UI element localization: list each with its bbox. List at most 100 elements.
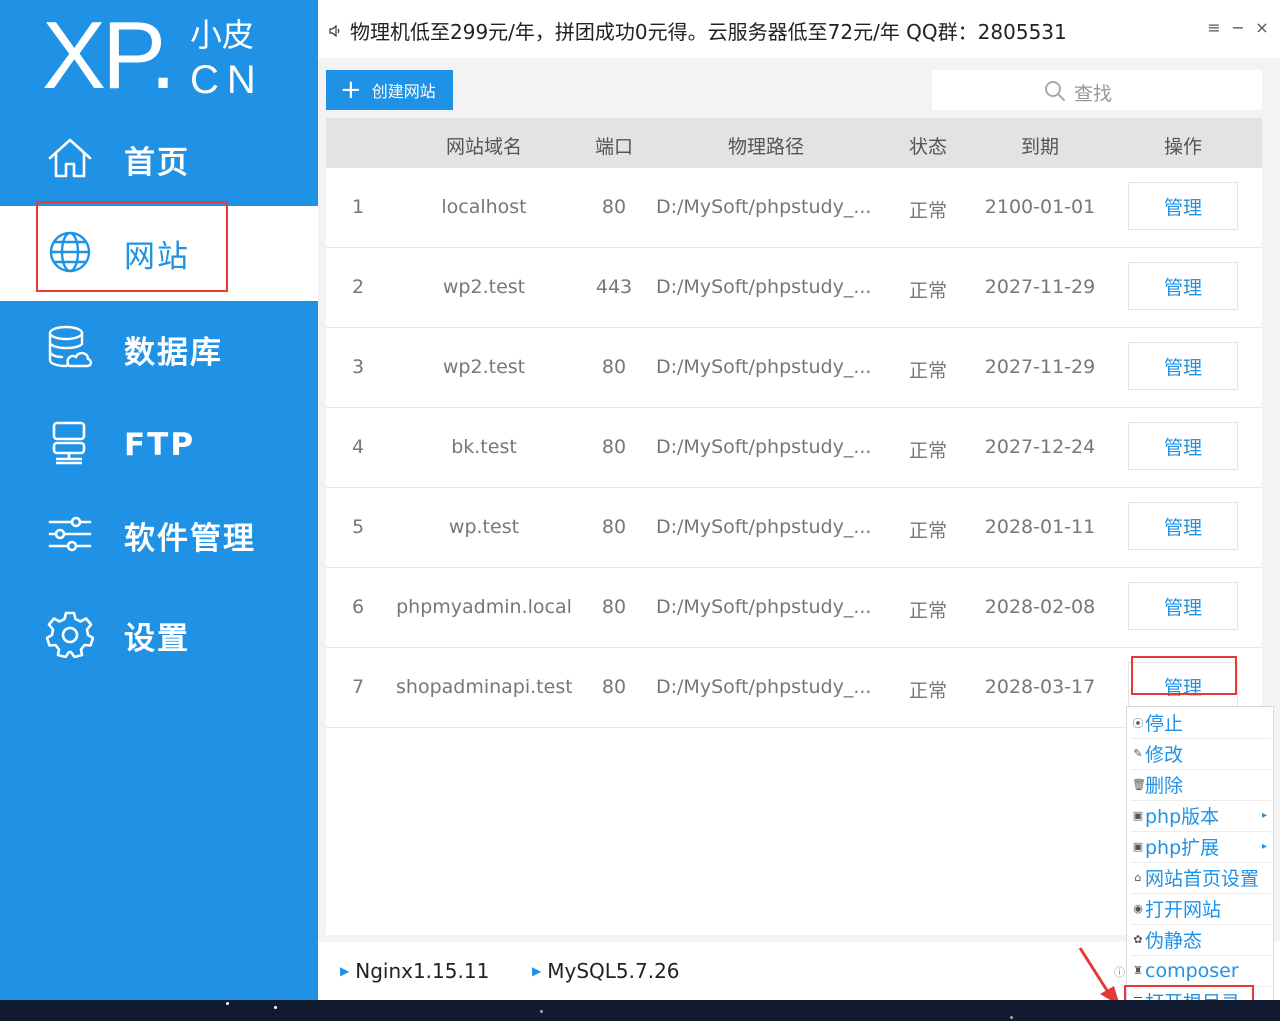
submenu-arrow-icon: ▸ xyxy=(1261,810,1267,821)
search-icon xyxy=(1045,81,1065,101)
row-port: 80 xyxy=(601,356,627,378)
globe-icon xyxy=(49,231,91,273)
menu-icon[interactable]: ≡ xyxy=(1206,18,1222,37)
composer-icon: ♜ xyxy=(1133,964,1143,977)
sliders-icon xyxy=(48,516,92,552)
manage-button[interactable]: 管理 xyxy=(1128,342,1238,390)
row-expire: 2028-03-17 xyxy=(984,676,1096,698)
table-row[interactable]: 2 wp2.test 443 D:/MySoft/phpstudy_... 正常… xyxy=(326,248,1262,328)
close-icon[interactable]: × xyxy=(1254,18,1270,37)
sidebar-item-label: 网站 xyxy=(124,239,190,275)
homepage-icon: ⌂ xyxy=(1134,871,1142,884)
sidebar-item-website[interactable]: 网站 xyxy=(0,206,318,301)
row-number: 5 xyxy=(352,516,365,538)
search-placeholder: 查找 xyxy=(1074,83,1113,105)
menu-item-delete[interactable]: 🗑 删除 xyxy=(1127,769,1273,800)
row-status: 正常 xyxy=(908,200,947,222)
search-input[interactable]: 查找 xyxy=(932,70,1262,110)
row-port: 80 xyxy=(601,196,627,218)
website-table: 网站域名 端口 物理路径 状态 到期 操作 1 localhost 80 D:/… xyxy=(326,118,1262,935)
speaker-icon xyxy=(329,24,340,37)
table-row[interactable]: 3 wp2.test 80 D:/MySoft/phpstudy_... 正常 … xyxy=(326,328,1262,408)
sidebar-item-label: 软件管理 xyxy=(124,521,256,557)
row-path: D:/MySoft/phpstudy_... xyxy=(656,596,872,618)
manage-button[interactable]: 管理 xyxy=(1128,182,1238,230)
edit-icon: ✎ xyxy=(1133,747,1143,760)
sidebar-item-label: 首页 xyxy=(124,145,190,181)
row-expire: 2100-01-01 xyxy=(984,196,1096,218)
row-number: 4 xyxy=(352,436,365,458)
announcement-text: 物理机低至299元/年，拼团成功0元得。云服务器低至72元/年 QQ群：2805… xyxy=(350,20,1067,44)
manage-button[interactable]: 管理 xyxy=(1128,662,1238,710)
manage-button[interactable]: 管理 xyxy=(1128,582,1238,630)
menu-item-label: composer xyxy=(1145,959,1239,982)
row-path: D:/MySoft/phpstudy_... xyxy=(656,436,872,458)
menu-item-edit[interactable]: ✎ 修改 xyxy=(1127,738,1273,769)
sidebar-item-settings[interactable]: 设置 xyxy=(0,588,318,683)
row-expire: 2028-02-08 xyxy=(984,596,1096,618)
server-icon xyxy=(52,421,86,465)
star-dot xyxy=(274,1006,277,1009)
row-number: 2 xyxy=(352,276,365,298)
menu-item-php-extension[interactable]: ▣ php扩展 ▸ xyxy=(1127,831,1273,862)
column-header-domain: 网站域名 xyxy=(445,136,522,158)
star-dot xyxy=(226,1002,229,1005)
home-icon xyxy=(48,138,92,178)
row-path: D:/MySoft/phpstudy_... xyxy=(656,516,872,538)
row-status: 正常 xyxy=(908,280,947,302)
sidebar: XP. 小皮 CN 首页 网站 数据库 FTP 软件管理 设置 xyxy=(0,0,318,1000)
menu-item-rewrite[interactable]: ✿ 伪静态 xyxy=(1127,924,1273,955)
create-website-button[interactable]: + 创建网站 xyxy=(326,70,453,110)
table-row[interactable]: 6 phpmyadmin.local 80 D:/MySoft/phpstudy… xyxy=(326,568,1262,648)
database-icon xyxy=(48,325,93,368)
sidebar-item-home[interactable]: 首页 xyxy=(0,112,318,207)
title-bar: 物理机低至299元/年，拼团成功0元得。云服务器低至72元/年 QQ群：2805… xyxy=(318,0,1280,58)
nginx-service[interactable]: ▶ Nginx1.15.11 xyxy=(340,959,489,983)
menu-item-label: 伪静态 xyxy=(1145,930,1203,952)
column-header-expire: 到期 xyxy=(1020,136,1059,158)
sidebar-item-label: 数据库 xyxy=(124,335,223,371)
create-website-label: 创建网站 xyxy=(371,82,436,101)
table-row[interactable]: 1 localhost 80 D:/MySoft/phpstudy_... 正常… xyxy=(326,168,1262,248)
sidebar-item-database[interactable]: 数据库 xyxy=(0,302,318,397)
mysql-service[interactable]: ▶ MySQL5.7.26 xyxy=(532,959,680,983)
menu-item-stop[interactable]: ⦿ 停止 xyxy=(1127,707,1273,738)
manage-button[interactable]: 管理 xyxy=(1128,422,1238,470)
sidebar-item-software[interactable]: 软件管理 xyxy=(0,488,318,583)
open-site-icon: ◉ xyxy=(1133,902,1143,915)
table-row[interactable]: 7 shopadminapi.test 80 D:/MySoft/phpstud… xyxy=(326,648,1262,728)
table-row[interactable]: 5 wp.test 80 D:/MySoft/phpstudy_... 正常 2… xyxy=(326,488,1262,568)
manage-button[interactable]: 管理 xyxy=(1128,502,1238,550)
row-path: D:/MySoft/phpstudy_... xyxy=(656,356,872,378)
column-header-path: 物理路径 xyxy=(727,136,804,158)
manage-button[interactable]: 管理 xyxy=(1128,262,1238,310)
row-number: 7 xyxy=(352,676,365,698)
logo-small-text: 小皮 xyxy=(190,16,255,54)
play-icon: ▶ xyxy=(532,964,542,978)
help-icon[interactable]: ⓘ xyxy=(1114,964,1125,980)
php-version-icon: ▣ xyxy=(1132,809,1144,822)
mysql-label: MySQL5.7.26 xyxy=(547,959,680,983)
menu-item-composer[interactable]: ♜ composer xyxy=(1127,955,1273,986)
minimize-icon[interactable]: − xyxy=(1230,18,1246,37)
menu-item-label: 网站首页设置 xyxy=(1145,868,1260,890)
menu-item-label: 删除 xyxy=(1145,775,1184,797)
announcement[interactable]: 物理机低至299元/年，拼团成功0元得。云服务器低至72元/年 QQ群：2805… xyxy=(328,16,1067,45)
row-port: 443 xyxy=(595,276,633,298)
column-header-status: 状态 xyxy=(908,136,947,158)
menu-item-php-version[interactable]: ▣ php版本 ▸ xyxy=(1127,800,1273,831)
php-extension-icon: ▣ xyxy=(1132,840,1144,853)
row-expire: 2027-11-29 xyxy=(984,356,1096,378)
row-path: D:/MySoft/phpstudy_... xyxy=(656,676,872,698)
row-port: 80 xyxy=(601,676,627,698)
stop-icon: ⦿ xyxy=(1132,716,1144,730)
menu-item-open-website[interactable]: ◉ 打开网站 xyxy=(1127,893,1273,924)
star-dot xyxy=(540,1010,543,1013)
row-number: 1 xyxy=(352,196,365,218)
row-expire: 2027-12-24 xyxy=(984,436,1096,458)
menu-item-homepage-settings[interactable]: ⌂ 网站首页设置 xyxy=(1127,862,1273,893)
table-row[interactable]: 4 bk.test 80 D:/MySoft/phpstudy_... 正常 2… xyxy=(326,408,1262,488)
window-controls: ≡ − × xyxy=(1206,18,1270,37)
sidebar-item-ftp[interactable]: FTP xyxy=(0,397,318,492)
app-logo: XP. 小皮 CN xyxy=(0,0,318,120)
